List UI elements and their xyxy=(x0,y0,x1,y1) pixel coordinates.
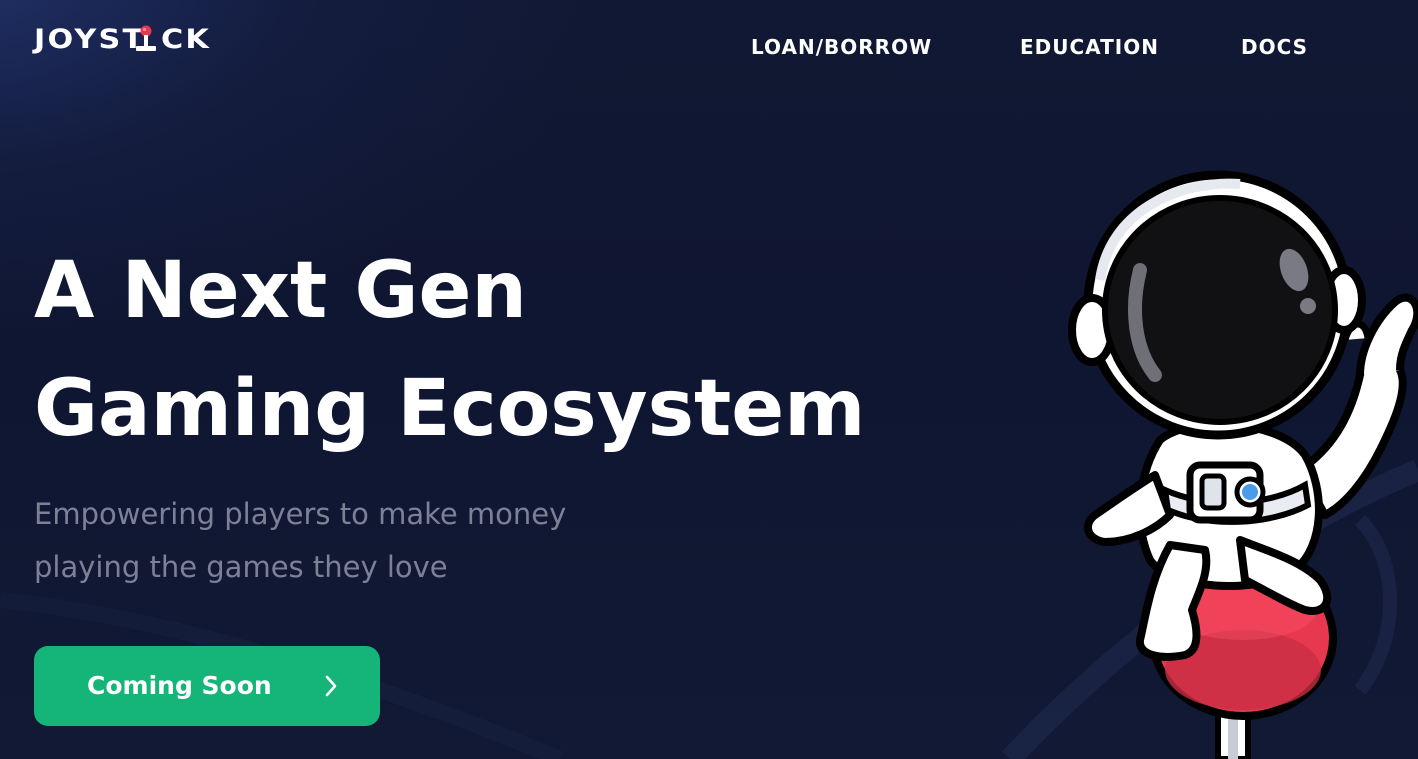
coming-soon-button-label: Coming Soon xyxy=(87,671,272,700)
nav-item-loan-borrow[interactable]: LOAN/BORROW xyxy=(751,32,932,62)
chevron-right-icon xyxy=(325,675,337,697)
nav-item-education[interactable]: EDUCATION xyxy=(1020,32,1159,62)
hero-subtitle-line-1: Empowering players to make money xyxy=(34,497,567,531)
nav-item-docs[interactable]: DOCS xyxy=(1241,32,1308,62)
hero-subtitle: Empowering players to make money playing… xyxy=(34,488,674,594)
hero-title: A Next Gen Gaming Ecosystem xyxy=(34,232,1034,468)
main-nav: LOAN/BORROW EDUCATION DOCS xyxy=(0,32,1418,62)
hero-title-line-1: A Next Gen xyxy=(34,246,527,336)
coming-soon-button[interactable]: Coming Soon xyxy=(34,646,380,726)
hero-title-line-2: Gaming Ecosystem xyxy=(34,364,866,454)
astronaut-on-joystick-illustration xyxy=(1068,170,1418,759)
hero-subtitle-line-2: playing the games they love xyxy=(34,550,448,584)
site-header: JOYST CK LOAN/BORROW EDUCATION DOCS xyxy=(0,0,1418,90)
